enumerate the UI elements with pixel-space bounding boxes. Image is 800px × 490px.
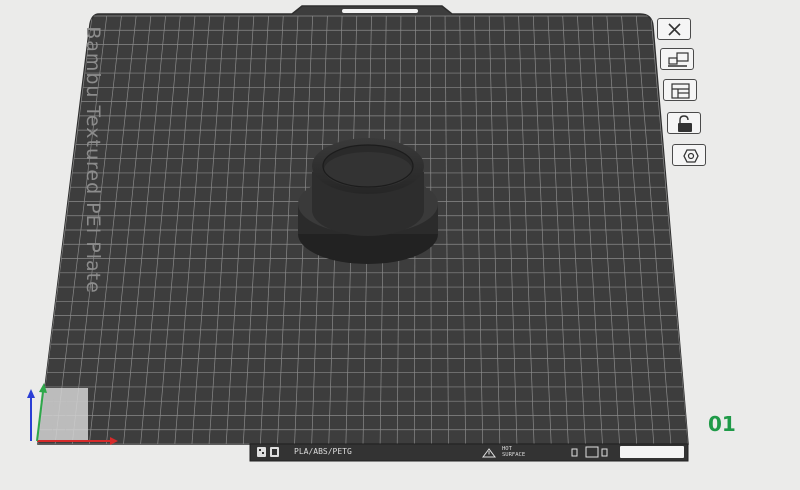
- build-plate-view: [27, 5, 689, 462]
- plate-settings-button[interactable]: [672, 144, 706, 166]
- strip-label-box: [620, 446, 684, 458]
- hot-surface-line2: SURFACE: [502, 452, 526, 458]
- close-icon: [668, 23, 681, 36]
- close-plate-button[interactable]: [657, 18, 691, 40]
- arrange-button[interactable]: [660, 48, 694, 70]
- material-compat-label: PLA/ABS/PETG: [294, 447, 352, 456]
- model-object: [298, 138, 438, 264]
- plate-notch: [342, 9, 418, 13]
- hexagon-settings-icon: [683, 149, 699, 163]
- layout-icon: [671, 83, 690, 99]
- layout-button[interactable]: [663, 79, 697, 101]
- 3d-viewport[interactable]: Bambu Textured PEI Plate PLA/ABS/PETG HO…: [0, 0, 800, 486]
- arrange-icon: [668, 52, 689, 67]
- lock-icon: [678, 115, 692, 132]
- plate-type-label: Bambu Textured PEI Plate: [82, 26, 104, 294]
- plate-number: 01: [708, 412, 736, 436]
- lock-plate-button[interactable]: [667, 112, 701, 134]
